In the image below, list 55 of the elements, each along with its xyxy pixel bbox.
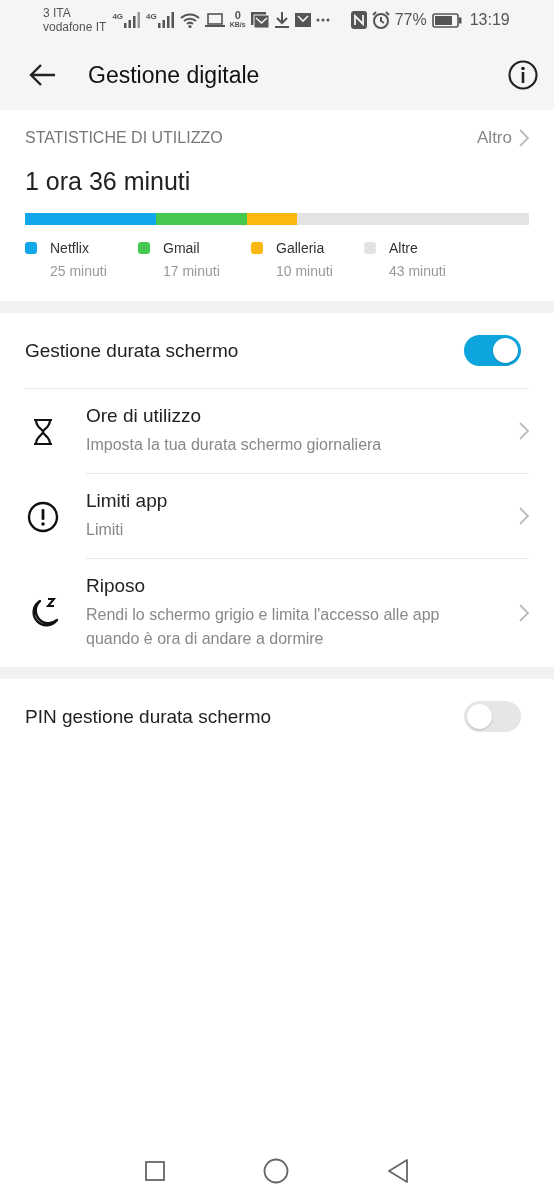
app-name: Gmail [163, 240, 201, 256]
network-type-label: 4G [146, 12, 157, 21]
settings-item[interactable]: Ore di utilizzo Imposta la tua durata schermo giornaliera [0, 389, 554, 474]
setting-description: Rendi lo schermo grigio e limita l'accesso alle app quando è ora di andare a dormire [86, 605, 441, 649]
alarm-icon [371, 11, 390, 29]
clock-time: 13:19 [469, 11, 510, 29]
battery-percentage: 77% [394, 11, 427, 29]
download-icon [273, 12, 290, 28]
speed-value: 0 [234, 11, 241, 20]
setting-label: Ore di utilizzo [86, 405, 203, 427]
more-icon [315, 18, 330, 22]
setting-label: Riposo [86, 575, 147, 597]
toggle-switch[interactable] [464, 335, 521, 366]
hourglass-icon [31, 417, 55, 446]
triangle-back-icon [387, 1159, 409, 1183]
nfc-icon [350, 11, 367, 29]
setting-label: Gestione durata schermo [25, 339, 239, 362]
app-name: Netflix [50, 240, 90, 256]
carrier-name: vodafone IT [43, 20, 107, 34]
wifi-icon [179, 12, 200, 28]
chevron-right-icon [519, 507, 529, 525]
app-usage-time: 17 minuti [163, 263, 220, 279]
chevron-right-icon [519, 129, 529, 147]
network-type-label: 4G [112, 12, 124, 21]
laptop-icon [204, 12, 225, 28]
app-usage-time: 25 minuti [50, 263, 107, 279]
alert-icon [27, 500, 59, 533]
signal-icon [156, 12, 175, 28]
info-icon [508, 60, 538, 90]
total-usage-time: 1 ora 36 minuti [25, 167, 192, 196]
mail-icon [294, 13, 311, 27]
app-name: Galleria [276, 240, 326, 256]
carrier-name: 3 ITA [43, 6, 72, 20]
battery-icon [431, 12, 462, 28]
setting-description: Imposta la tua durata schermo giornaliera [86, 435, 382, 455]
app-usage-time: 43 minuti [389, 263, 446, 279]
settings-item[interactable]: Riposo Rendi lo schermo grigio e limita l'accesso alle app quando è ora di andare a dormire [0, 559, 554, 667]
info-button[interactable] [506, 58, 540, 92]
page-title: Gestione digitale [88, 61, 261, 89]
more-link[interactable]: Altro [477, 128, 529, 148]
setting-description: Limiti [86, 520, 125, 540]
toggle-switch[interactable] [464, 701, 521, 732]
circle-home-icon [263, 1158, 289, 1184]
chevron-right-icon [519, 604, 529, 622]
back-arrow-icon [28, 63, 56, 87]
mail-icon [250, 12, 269, 28]
section-heading: STATISTICHE DI UTILIZZO [25, 129, 223, 147]
setting-label: PIN gestione durata schermo [25, 705, 272, 728]
signal-icon [123, 12, 142, 28]
app-usage-time: 10 minuti [276, 263, 333, 279]
setting-label: Limiti app [86, 490, 168, 512]
square-recents-icon [145, 1161, 165, 1181]
settings-item[interactable]: Limiti app Limiti [0, 474, 554, 559]
chevron-right-icon [519, 422, 529, 440]
app-name: Altre [389, 240, 419, 256]
